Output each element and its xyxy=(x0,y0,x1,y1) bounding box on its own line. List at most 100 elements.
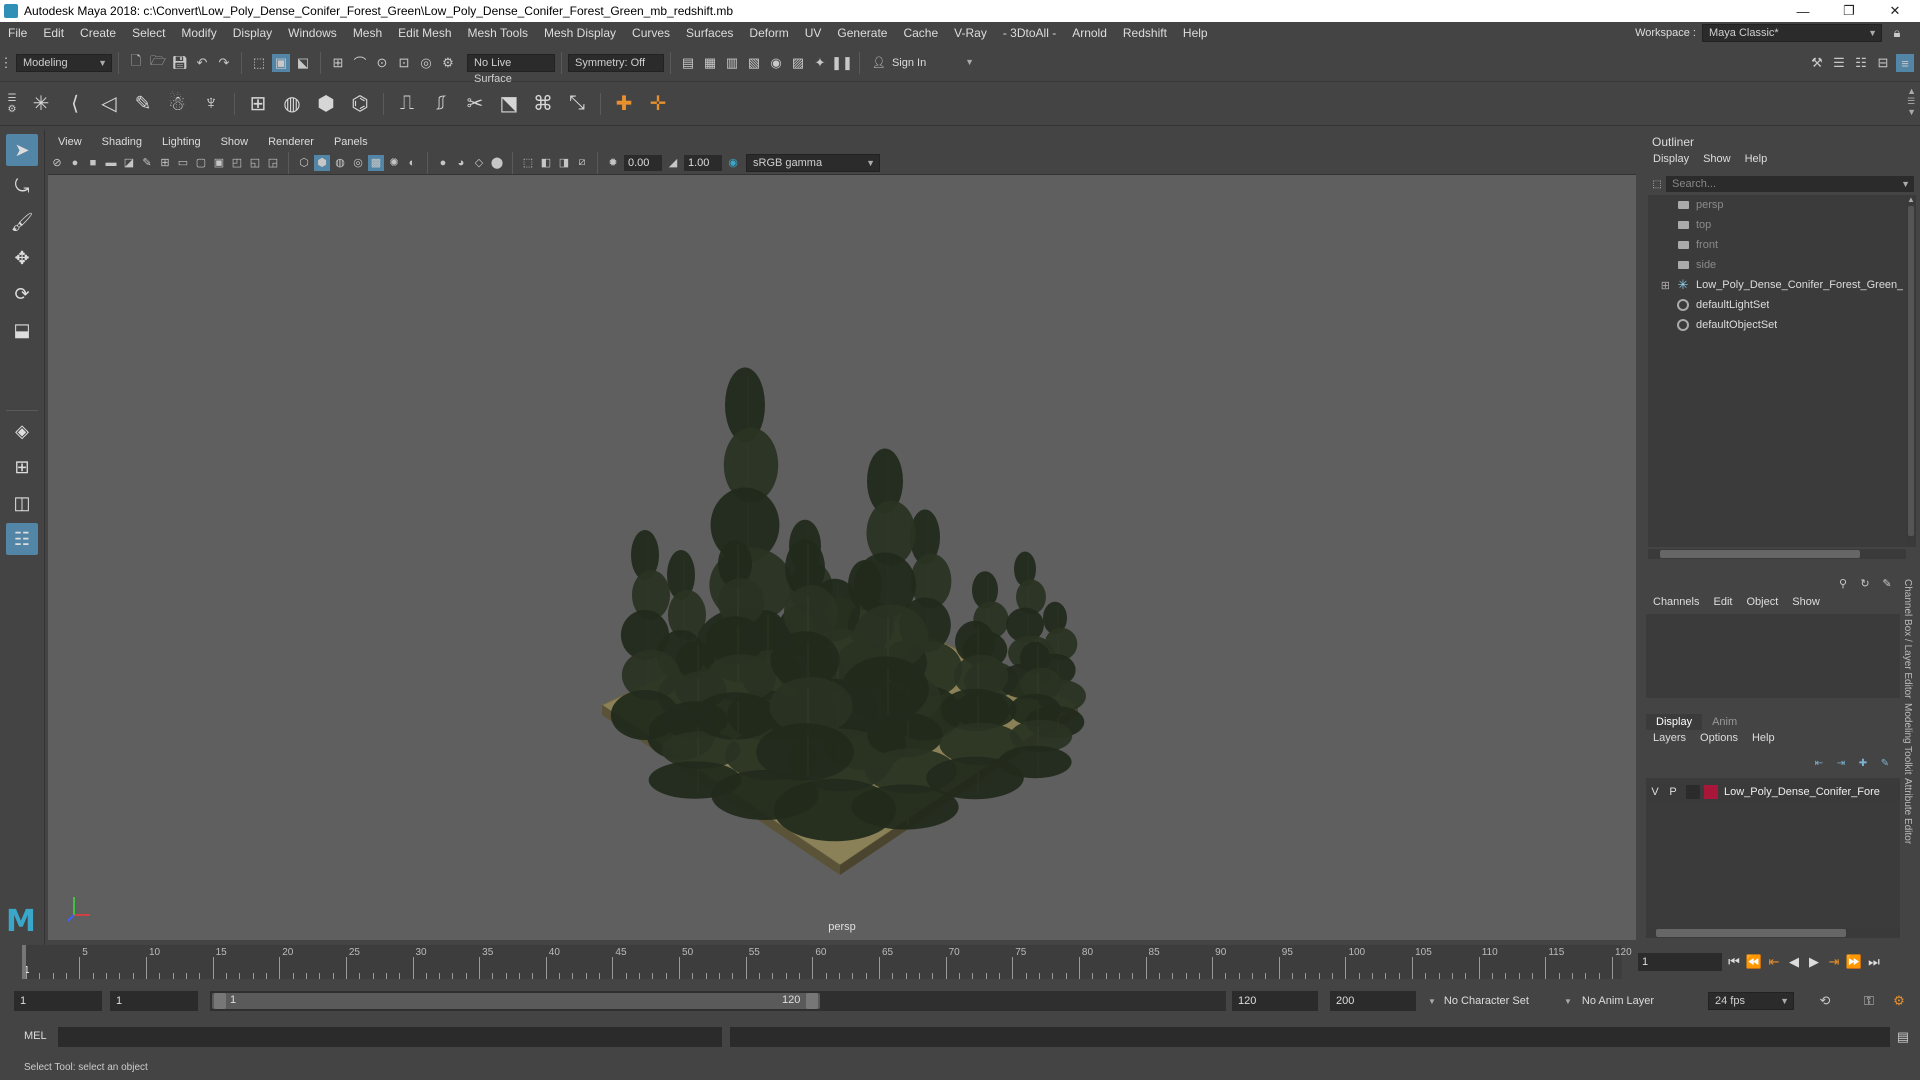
snap-grid-icon[interactable]: ⊞ xyxy=(329,54,347,72)
grid-toggle-icon[interactable]: ⊞ xyxy=(157,155,173,171)
command-input[interactable] xyxy=(58,1027,722,1047)
skeleton-icon[interactable]: ♆ xyxy=(196,89,226,119)
sign-in-button[interactable]: 👤︎ Sign In ▼ xyxy=(866,53,978,72)
menu-display[interactable]: Display xyxy=(225,22,280,44)
camera-select-icon[interactable]: ⊘ xyxy=(49,155,65,171)
restore-button[interactable]: ❐ xyxy=(1826,0,1872,22)
new-layer-selected-icon[interactable]: ✎ xyxy=(1876,754,1894,772)
cylinder-icon[interactable]: ⌬ xyxy=(345,89,375,119)
grease-pencil-icon[interactable]: ✎ xyxy=(139,155,155,171)
paint-select-icon[interactable]: 🖌︎ xyxy=(6,206,38,238)
ipr-render-icon[interactable]: ▥ xyxy=(723,54,741,72)
fps-dropdown[interactable]: 24 fps ▼ xyxy=(1708,992,1794,1010)
viewport-menu-lighting[interactable]: Lighting xyxy=(152,133,211,151)
hypershade-icon[interactable]: ◉ xyxy=(767,54,785,72)
shelf-menu[interactable]: ☰ ⚙︎ xyxy=(0,84,24,124)
move-layer-down-icon[interactable]: ⇥ xyxy=(1832,754,1850,772)
go-to-start-icon[interactable]: ⏮ xyxy=(1724,952,1744,972)
save-scene-icon[interactable]: 💾︎ xyxy=(171,54,189,72)
render-frame-icon[interactable]: ▦ xyxy=(701,54,719,72)
menu-file[interactable]: File xyxy=(0,22,35,44)
layer-menu-options[interactable]: Options xyxy=(1693,732,1745,744)
script-editor-icon[interactable]: ▤ xyxy=(1894,1028,1912,1046)
symmetry-dropdown[interactable]: Symmetry: Off xyxy=(568,53,664,72)
menu-set-dropdown[interactable]: Modeling ▼ xyxy=(16,53,112,72)
play-forward-icon[interactable]: ▶ xyxy=(1804,952,1824,972)
custom-orange-tool-icon[interactable]: ✛ xyxy=(643,89,673,119)
insert-edge-loop-icon[interactable]: ⌘ xyxy=(528,89,558,119)
layer-tab-display[interactable]: Display xyxy=(1646,714,1703,730)
bookmark-icon[interactable]: ■ xyxy=(85,155,101,171)
render-view-icon[interactable]: ▤ xyxy=(679,54,697,72)
gamma-field[interactable]: 1.00 xyxy=(684,154,722,171)
default-material-icon[interactable]: ◍ xyxy=(332,155,348,171)
menu-edit[interactable]: Edit xyxy=(35,22,72,44)
shadows-icon[interactable]: ◐ xyxy=(404,155,420,171)
command-language-label[interactable]: MEL xyxy=(24,1030,47,1042)
anim-preferences-icon[interactable]: ⚙︎ xyxy=(1890,992,1908,1010)
range-end-grip[interactable] xyxy=(806,993,818,1009)
outliner-item[interactable]: side xyxy=(1648,255,1906,275)
bevel-icon[interactable]: ⬔ xyxy=(494,89,524,119)
snap-curve-icon[interactable]: ⌒ xyxy=(351,54,369,72)
shelf-scroll[interactable]: ▲ ☰ ▼ xyxy=(1907,86,1916,117)
wireframe-icon[interactable]: ⬡ xyxy=(296,155,312,171)
close-button[interactable]: ✕ xyxy=(1872,0,1918,22)
safe-title-icon[interactable]: ◲ xyxy=(265,155,281,171)
target-weld-icon[interactable]: ⤡ xyxy=(562,89,592,119)
light-editor-icon[interactable]: ✦ xyxy=(811,54,829,72)
menu-v-ray[interactable]: V-Ray xyxy=(946,22,995,44)
film-gate-icon[interactable]: ▭ xyxy=(175,155,191,171)
current-frame-field[interactable]: 1 xyxy=(1638,953,1722,971)
modeling-toolkit-icon[interactable]: ⚒ xyxy=(1808,54,1826,72)
menu-mesh[interactable]: Mesh xyxy=(345,22,390,44)
side-tab-channel-box-layer-editor[interactable]: Channel Box / Layer Editor xyxy=(1902,579,1913,699)
anti-aliasing-icon[interactable]: ◇ xyxy=(471,155,487,171)
rotate-tool-icon[interactable]: ⟳ xyxy=(6,278,38,310)
viewport-menu-renderer[interactable]: Renderer xyxy=(258,133,324,151)
animation-start-field[interactable]: 1 xyxy=(14,991,102,1011)
live-surface-field[interactable]: No Live Surface xyxy=(467,53,555,85)
select-object-icon[interactable]: ▣ xyxy=(272,53,290,72)
scale-tool-icon[interactable]: ⬓ xyxy=(6,314,38,346)
outliner-item[interactable]: persp xyxy=(1648,195,1906,215)
anim-layer-selector[interactable]: ▼ No Anim Layer xyxy=(1564,991,1654,1011)
exposure-icon[interactable]: ✹ xyxy=(605,155,621,171)
use-all-lights-icon[interactable]: ✺ xyxy=(386,155,402,171)
menu-generate[interactable]: Generate xyxy=(829,22,895,44)
go-to-end-icon[interactable]: ⏭ xyxy=(1864,952,1884,972)
menu-arnold[interactable]: Arnold xyxy=(1064,22,1115,44)
scroll-thumb[interactable] xyxy=(1656,929,1846,937)
lock-icon[interactable]: 🔒︎ xyxy=(1888,24,1906,42)
safe-action-icon[interactable]: ◱ xyxy=(247,155,263,171)
outliner-persp-icon[interactable]: ☷ xyxy=(6,523,38,555)
render-setup-icon[interactable]: ▨ xyxy=(789,54,807,72)
bridge-icon[interactable]: ⎎ xyxy=(426,89,456,119)
textured-icon[interactable]: ▩ xyxy=(368,154,384,171)
character-set-selector[interactable]: ▼ No Character Set xyxy=(1428,991,1529,1011)
ep-curve-icon[interactable]: ⟨ xyxy=(60,89,90,119)
four-view-icon[interactable]: ⊞ xyxy=(6,451,38,483)
select-component-icon[interactable]: ⬕ xyxy=(294,54,312,72)
layer-reference-toggle[interactable] xyxy=(1686,785,1700,799)
channel-box-menu-channels[interactable]: Channels xyxy=(1646,596,1706,608)
single-view-icon[interactable]: ◈ xyxy=(6,415,38,447)
step-back-key-icon[interactable]: ⏪ xyxy=(1744,952,1764,972)
render-settings-icon[interactable]: ▧ xyxy=(745,54,763,72)
camera-attributes-icon[interactable]: ● xyxy=(67,155,83,171)
layer-hscrollbar[interactable] xyxy=(1646,928,1900,938)
outliner-menu-show[interactable]: Show xyxy=(1696,153,1738,165)
view-transform-dropdown[interactable]: sRGB gamma ▼ xyxy=(746,153,880,172)
smooth-shade-icon[interactable]: ⬢ xyxy=(314,154,330,171)
menu-mesh-tools[interactable]: Mesh Tools xyxy=(460,22,536,44)
playback-end-field[interactable]: 120 xyxy=(1232,991,1318,1011)
select-hierarchy-icon[interactable]: ⬚ xyxy=(250,54,268,72)
workspace-dropdown[interactable]: Maya Classic* ▼ xyxy=(1702,24,1882,42)
channel-box-menu-object[interactable]: Object xyxy=(1739,596,1785,608)
viewport-menu-shading[interactable]: Shading xyxy=(92,133,152,151)
move-layer-up-icon[interactable]: ⇤ xyxy=(1810,754,1828,772)
menu-windows[interactable]: Windows xyxy=(280,22,345,44)
image-plane-icon[interactable]: ▬ xyxy=(103,155,119,171)
snap-view-plane-icon[interactable]: ⊡ xyxy=(395,54,413,72)
menu-help[interactable]: Help xyxy=(1175,22,1216,44)
